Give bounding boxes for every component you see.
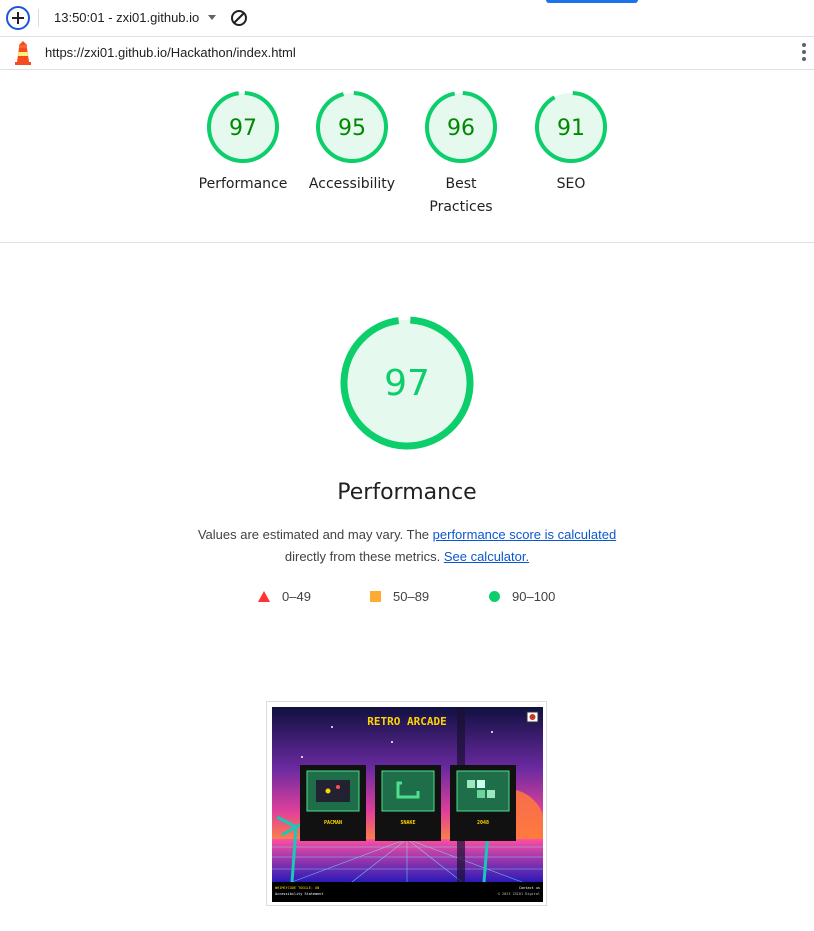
report-toolbar: 13:50:01 - zxi01.github.io (0, 0, 814, 37)
gauge-label: Performance (198, 176, 288, 192)
more-vert-icon[interactable] (801, 43, 807, 63)
screenshot-footer-right-2: © 2023 ZXI01 Digital (498, 892, 540, 896)
average-square-icon (370, 591, 381, 602)
screenshot-footer-left-1: WHIMSYCODE TOGGLE: ON (275, 886, 319, 890)
gauge-score: 95 (338, 116, 366, 141)
legend-average: 50–89 (370, 589, 429, 604)
game-card-label: SNAKE (400, 820, 415, 826)
report-selector[interactable]: 13:50:01 - zxi01.github.io (54, 10, 217, 25)
report-title: 13:50:01 - zxi01.github.io (54, 10, 200, 25)
gauge-score: 96 (447, 116, 475, 141)
screenshot-footer-right-1: Contact us (519, 886, 540, 890)
main-score: 97 (384, 363, 430, 404)
gauge-label: Best Practices (429, 176, 493, 215)
toolbar-separator (38, 9, 39, 27)
url-bar: https://zxi01.github.io/Hackathon/index.… (0, 37, 814, 70)
gauge-label: Accessibility (308, 176, 396, 192)
pass-circle-icon (489, 591, 500, 602)
screenshot-site-title: RETRO ARCADE (367, 715, 446, 728)
score-description: Values are estimated and may vary. The p… (120, 524, 694, 568)
legend-average-range: 50–89 (393, 589, 430, 604)
category-title: Performance (337, 480, 477, 505)
desc-text: Values are estimated and may vary. The (197, 527, 433, 542)
score-ring: 96 (425, 91, 497, 163)
score-calculated-link[interactable]: performance score is calculated (433, 527, 617, 542)
legend-pass: 90–100 (489, 589, 555, 604)
screenshot-image: RETRO ARCADE PACMAN SNAKE 2048 WHIMSYCOD… (272, 707, 543, 902)
dropdown-caret-icon (208, 15, 217, 20)
section-divider (0, 242, 814, 243)
see-calculator-link[interactable]: See calculator. (444, 549, 529, 564)
clear-icon[interactable] (230, 9, 248, 27)
fail-triangle-icon (258, 591, 270, 602)
legend-fail-range: 0–49 (282, 589, 311, 604)
game-card-label: PACMAN (324, 820, 342, 826)
score-ring: 97 (207, 91, 279, 163)
plus-icon[interactable] (6, 6, 30, 30)
screenshot-footer-left-2: Accessibility Statement (275, 892, 323, 896)
game-card-label: 2048 (477, 820, 489, 826)
lighthouse-icon (15, 41, 31, 65)
gauge-best-practices[interactable]: 96 Best Practices (406, 90, 516, 219)
legend-fail: 0–49 (258, 589, 311, 604)
gauge-seo[interactable]: 91 SEO (516, 90, 626, 196)
legend-pass-range: 90–100 (512, 589, 556, 604)
active-tab-indicator (546, 0, 638, 3)
final-screenshot[interactable]: RETRO ARCADE PACMAN SNAKE 2048 WHIMSYCOD… (266, 701, 547, 906)
page-url[interactable]: https://zxi01.github.io/Hackathon/index.… (45, 45, 296, 60)
gauge-score: 91 (557, 116, 585, 141)
gauge-accessibility[interactable]: 95 Accessibility (297, 90, 407, 196)
gauge-label: SEO (556, 176, 586, 192)
score-ring: 91 (535, 91, 607, 163)
gauge-score: 97 (229, 116, 257, 141)
performance-score-gauge: 97 (340, 316, 474, 450)
desc-text-2: directly from these metrics. (284, 549, 441, 564)
score-ring: 95 (316, 91, 388, 163)
gauge-performance[interactable]: 97 Performance (188, 90, 298, 196)
